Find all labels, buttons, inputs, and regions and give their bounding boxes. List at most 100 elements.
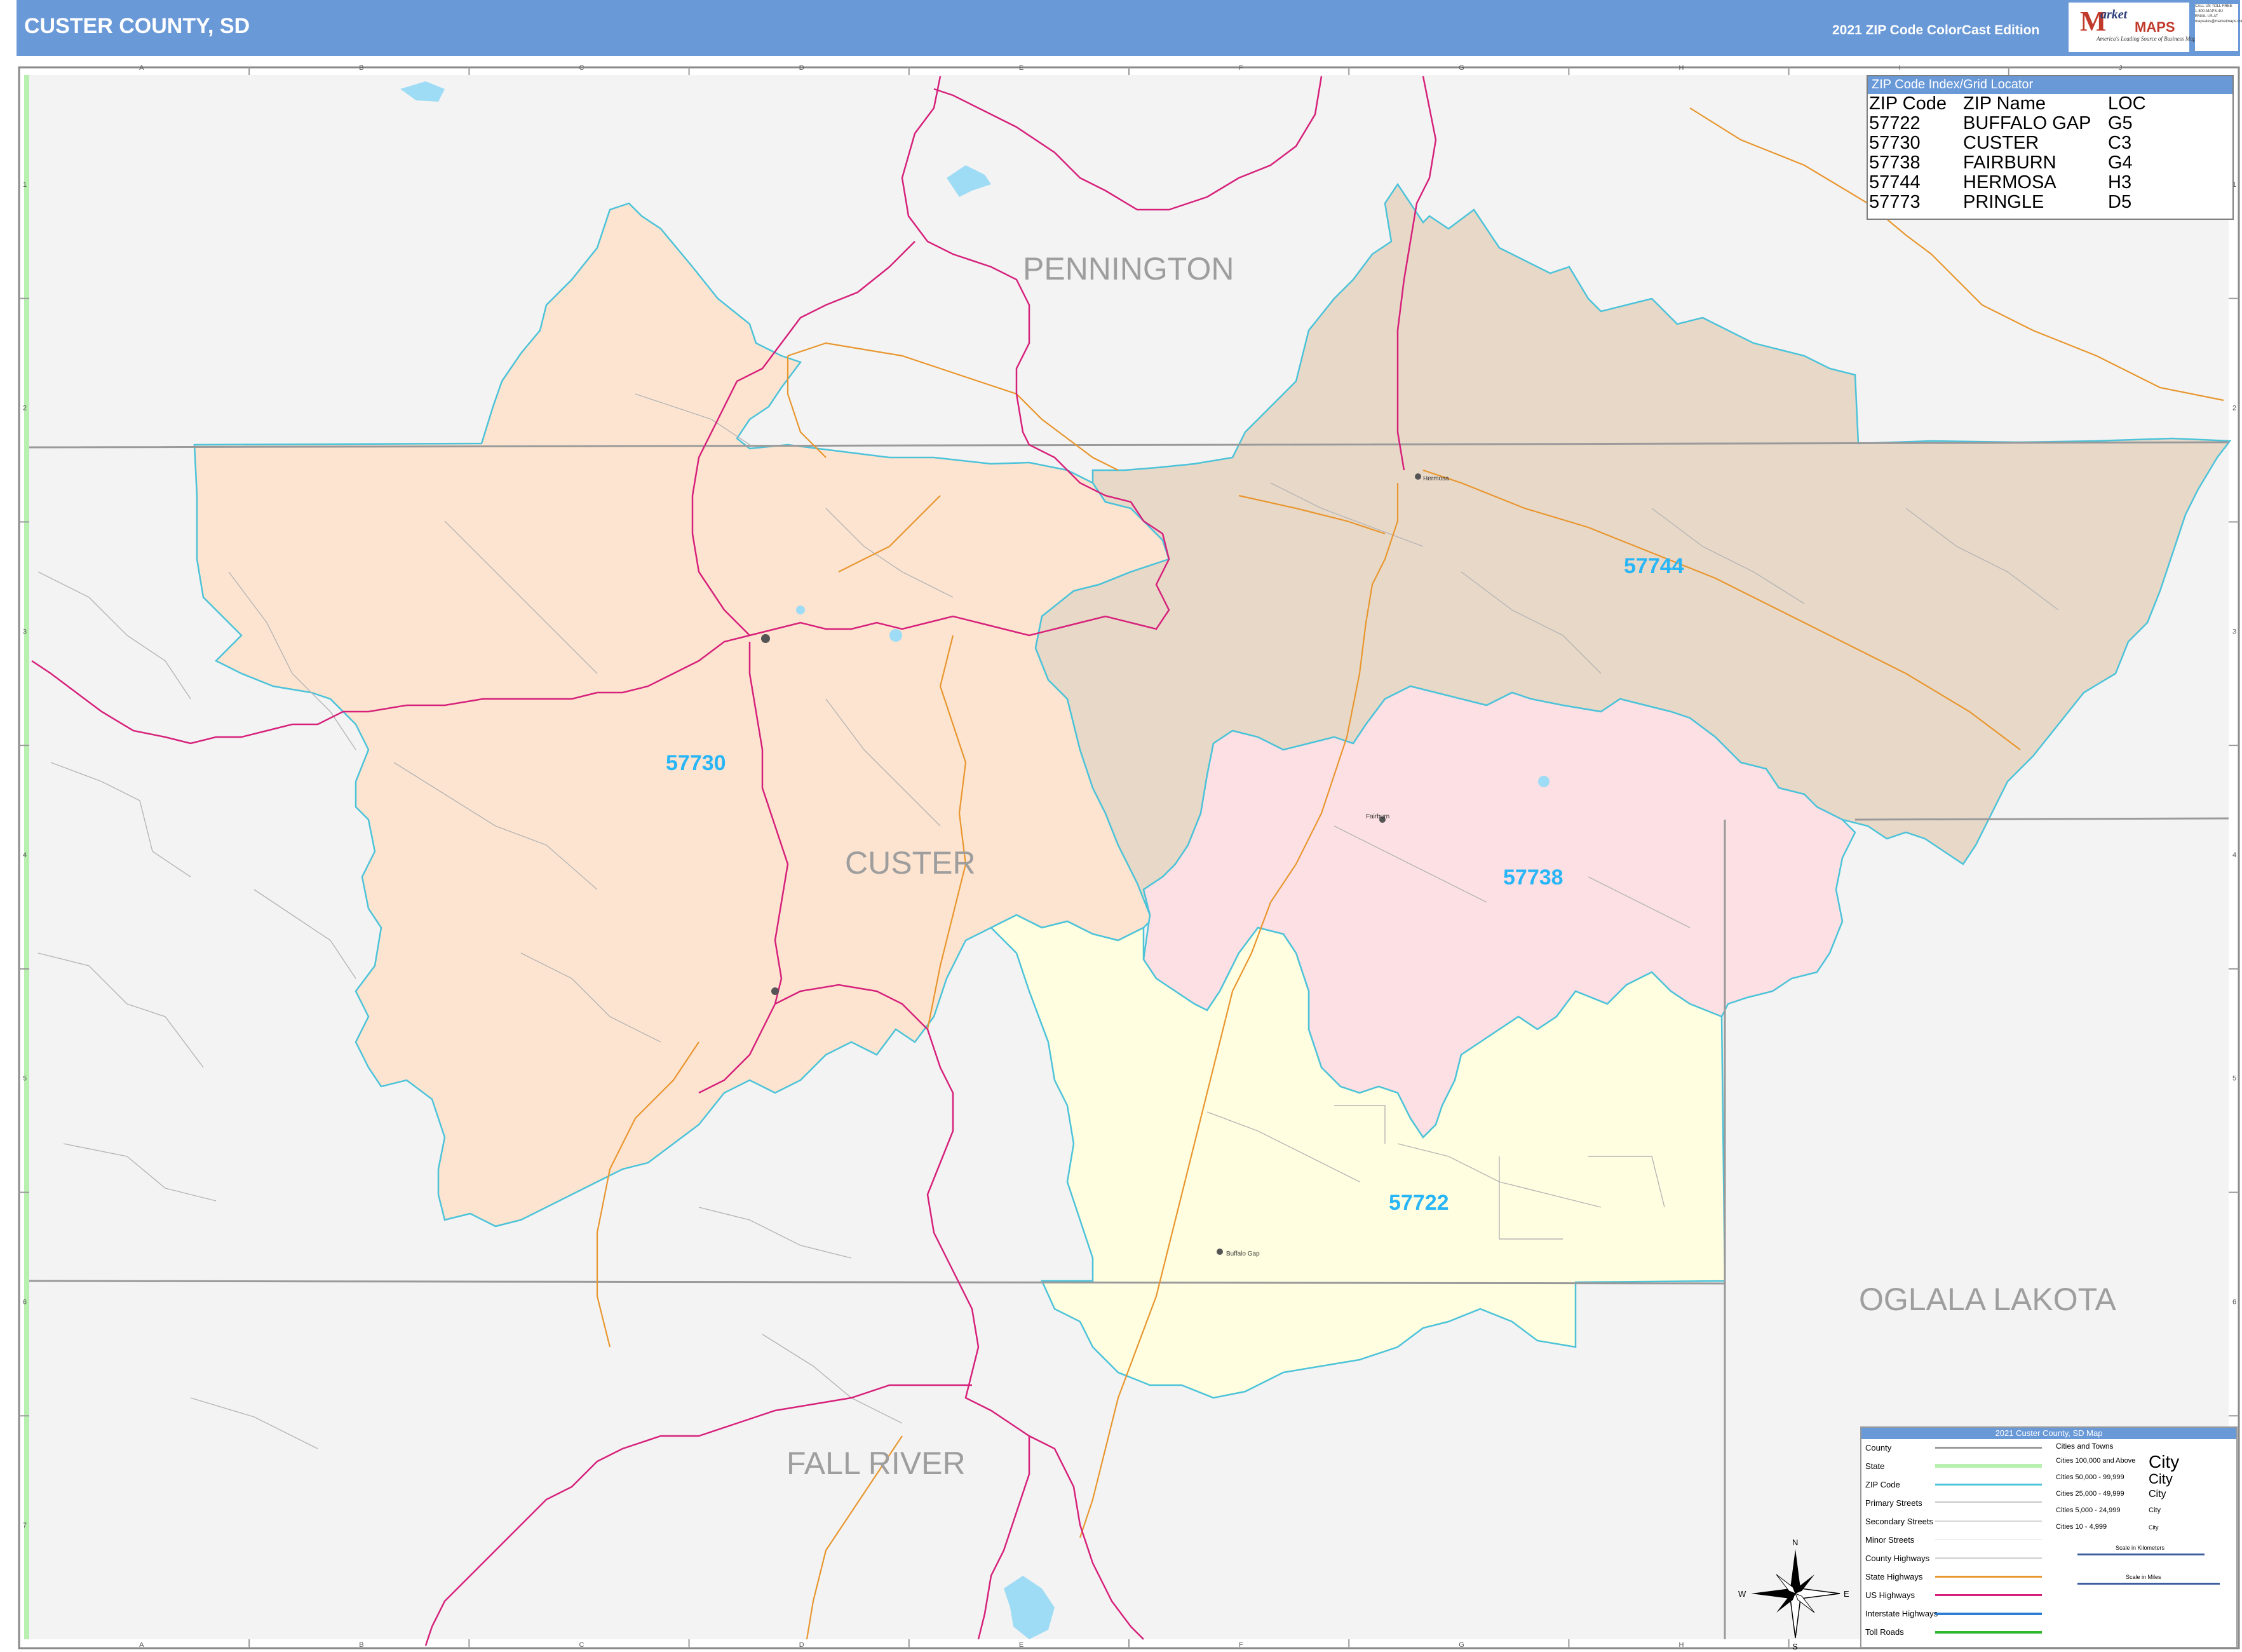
zip-index-header: ZIP Name (1963, 93, 2046, 114)
legend-city-class: Cities 100,000 and Above (2056, 1457, 2136, 1465)
legend-swatch-secondary (1935, 1520, 2042, 1522)
legend-swatch-toll (1935, 1631, 2042, 1634)
hermosa-label: Hermosa (1423, 475, 1449, 482)
compass-e: E (1844, 1589, 1849, 1599)
legend-city-class: Cities 50,000 - 99,999 (2056, 1473, 2124, 1481)
legend-city-sample: City (2149, 1506, 2161, 1514)
legend-swatch-state-hwy (1935, 1576, 2042, 1578)
pond (1538, 776, 1550, 787)
grid-col-label-bottom: H (1679, 1641, 1684, 1649)
legend-city-sample: City (2149, 1489, 2166, 1500)
grid-row-label-left: 7 (23, 1522, 27, 1529)
map-canvas[interactable]: AABBCCDDEEFFGGHHIIJJ11223344556677 (0, 0, 2242, 1652)
buffalo-gap-label: Buffalo Gap (1226, 1250, 1260, 1257)
legend-city-sample: City (2149, 1471, 2173, 1487)
grid-col-label-bottom: C (579, 1641, 584, 1649)
legend-item: Interstate Highways (1865, 1609, 1938, 1618)
legend-swatch-county (1935, 1447, 2042, 1449)
fairburn-label: Fairburn (1366, 813, 1389, 820)
grid-col-label-bottom: E (1019, 1641, 1023, 1649)
legend-item: Toll Roads (1865, 1627, 1904, 1637)
zip-index-table: ZIP Code ZIP Name LOC 57722 BUFFALO GAP … (1869, 94, 2171, 212)
grid-row-label-left: 2 (23, 405, 27, 412)
grid-row-label-left: 4 (23, 851, 27, 859)
scale-km-bar (2077, 1554, 2205, 1555)
legend-item: Primary Streets (1865, 1498, 1922, 1508)
grid-row-label-left: 1 (23, 181, 27, 189)
legend-swatch-minor (1935, 1539, 2042, 1540)
legend-city-class: Cities 5,000 - 24,999 (2056, 1506, 2121, 1514)
legend-swatch-interstate (1935, 1613, 2042, 1615)
grid-col-label-top: I (1899, 64, 1901, 72)
zip-index-cell: G4 (2108, 152, 2133, 173)
grid-col-label-top: D (799, 64, 804, 72)
compass-s: S (1792, 1642, 1798, 1651)
grid-row-label-left: 6 (23, 1298, 27, 1306)
legend-item: Secondary Streets (1865, 1517, 1933, 1526)
zip-index-cell: PRINGLE (1963, 192, 2044, 212)
grid-col-label-bottom: A (139, 1641, 144, 1649)
zip-label-57730: 57730 (666, 751, 726, 775)
grid-row-label-right: 4 (2232, 851, 2236, 859)
legend-city-class: Cities 25,000 - 49,999 (2056, 1490, 2124, 1498)
compass-n: N (1792, 1538, 1798, 1547)
legend-item: Minor Streets (1865, 1535, 1915, 1545)
zip-index-cell: 57738 (1869, 152, 1921, 173)
grid-col-label-top: G (1459, 64, 1464, 72)
grid-col-label-top: J (2119, 64, 2123, 72)
zip-index-cell: D5 (2108, 192, 2132, 212)
scale-mi-bar (2077, 1583, 2220, 1585)
grid-row-label-right: 5 (2232, 1075, 2236, 1083)
zip-index-cell: HERMOSA (1963, 172, 2056, 193)
pond (889, 629, 902, 642)
pond (796, 606, 805, 614)
zip-index-cell: 57773 (1869, 192, 1921, 212)
legend-cities-title: Cities and Towns (2056, 1442, 2114, 1451)
zip-index-header: ZIP Code (1869, 93, 1947, 114)
grid-row-label-right: 3 (2232, 628, 2236, 635)
legend-city-class: Cities 10 - 4,999 (2056, 1523, 2107, 1531)
grid-col-label-top: A (139, 64, 144, 72)
zip-index-box: ZIP Code Index/Grid Locator ZIP Code ZIP… (1867, 75, 2234, 220)
zip-index-cell: 57730 (1869, 133, 1921, 153)
legend-item: ZIP Code (1865, 1480, 1900, 1489)
zip-index-cell: CUSTER (1963, 133, 2039, 153)
grid-row-label-right: 6 (2232, 1298, 2236, 1306)
grid-col-label-top: H (1679, 64, 1684, 72)
grid-col-label-bottom: B (359, 1641, 363, 1649)
grid-col-label-top: E (1019, 64, 1023, 72)
zip-index-cell: G5 (2108, 113, 2133, 133)
zip-index-row[interactable]: 57730 CUSTER C3 (1869, 133, 2171, 153)
pringle-town-marker (771, 987, 779, 995)
legend-swatch-county-hwy (1935, 1557, 2042, 1559)
zip-index-row[interactable]: 57773 PRINGLE D5 (1869, 193, 2171, 212)
zip-index-cell: BUFFALO GAP (1963, 113, 2091, 133)
legend-swatch-zip (1935, 1484, 2042, 1486)
legend-swatch-us-hwy (1935, 1594, 2042, 1596)
legend-swatch-state (1935, 1464, 2042, 1468)
compass-w: W (1738, 1589, 1746, 1599)
county-line-east-upper (1854, 817, 2229, 821)
county-label-oglala-lakota: OGLALA LAKOTA (1859, 1282, 2116, 1317)
county-label-fall-river: FALL RIVER (787, 1446, 966, 1481)
legend-item: US Highways (1865, 1590, 1915, 1600)
hermosa-town-marker (1415, 473, 1421, 480)
grid-row-label-left: 5 (23, 1075, 27, 1083)
legend-item: County Highways (1865, 1554, 1930, 1563)
custer-town-marker (761, 634, 770, 643)
scale-mi-label: Scale in Miles (2126, 1574, 2161, 1580)
grid-col-label-top: B (359, 64, 363, 72)
grid-row-label-left: 3 (23, 628, 27, 635)
zip-index-row[interactable]: 57738 FAIRBURN G4 (1869, 153, 2171, 173)
zip-index-header-row: ZIP Code ZIP Name LOC (1869, 94, 2171, 114)
zip-index-row[interactable]: 57722 BUFFALO GAP G5 (1869, 114, 2171, 133)
legend-item: State (1865, 1461, 1885, 1471)
legend-title: 2021 Custer County, SD Map (1861, 1428, 2236, 1439)
legend-item: County (1865, 1443, 1892, 1452)
grid-col-label-top: F (1239, 64, 1243, 72)
zip-index-cell: H3 (2108, 172, 2132, 193)
county-label-pennington: PENNINGTON (1023, 251, 1234, 287)
legend-swatch-primary (1935, 1501, 2042, 1503)
zip-index-row[interactable]: 57744 HERMOSA H3 (1869, 173, 2171, 193)
zip-index-cell: C3 (2108, 133, 2132, 153)
